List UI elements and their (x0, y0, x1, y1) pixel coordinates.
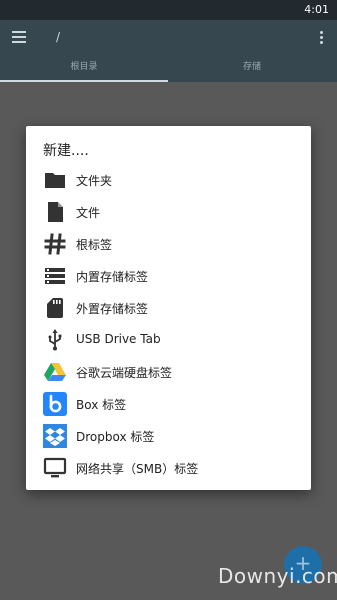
box-tab-label: Box 标签 (76, 398, 127, 412)
tab-storage-label: 存储 (242, 62, 261, 72)
new-folder-label: 文件夹 (76, 174, 113, 188)
watermark: Downyi.com (218, 564, 337, 588)
usb-drive-tab-item[interactable]: USB Drive Tab (26, 324, 311, 356)
dialog-title: 新建.... (43, 143, 89, 159)
more-options-icon[interactable] (320, 31, 324, 46)
smb-tab-item[interactable]: 网络共享（SMB）标签 (26, 452, 311, 484)
folder-icon (45, 173, 65, 188)
external-storage-tab-item[interactable]: 外置存储标签 (26, 292, 311, 324)
tab-storage[interactable]: 存储 (168, 56, 336, 82)
usb-drive-tab-label: USB Drive Tab (76, 332, 161, 346)
tab-bar: 根目录 存储 (0, 56, 337, 82)
external-storage-tab-label: 外置存储标签 (76, 302, 149, 316)
app-bar: / (0, 20, 337, 56)
box-tab-item[interactable]: Box 标签 (26, 388, 311, 420)
google-drive-tab-label: 谷歌云端硬盘标签 (76, 366, 173, 380)
sd-card-icon (47, 298, 63, 318)
dropbox-icon (43, 424, 67, 448)
dropbox-tab-label: Dropbox 标签 (76, 430, 155, 444)
tab-root-label: 根目录 (70, 62, 98, 72)
storage-icon (45, 268, 65, 284)
monitor-icon (43, 457, 67, 478)
smb-tab-label: 网络共享（SMB）标签 (76, 462, 199, 476)
current-path: / (56, 30, 61, 44)
root-tab-item[interactable]: 根标签 (26, 228, 311, 260)
hash-icon (44, 233, 66, 255)
file-icon (48, 202, 63, 222)
new-file-label: 文件 (76, 206, 101, 220)
new-file-item[interactable]: 文件 (26, 196, 311, 228)
dropbox-tab-item[interactable]: Dropbox 标签 (26, 420, 311, 452)
google-drive-icon (44, 363, 66, 381)
box-icon (43, 392, 67, 416)
menu-icon[interactable] (12, 31, 26, 43)
new-item-dialog: 新建.... 文件夹 文件 根标签 内置存储标签 外置存储标签 USB Driv… (26, 126, 311, 490)
internal-storage-tab-item[interactable]: 内置存储标签 (26, 260, 311, 292)
internal-storage-tab-label: 内置存储标签 (76, 270, 149, 284)
status-bar: 4:01 (0, 0, 337, 20)
tab-root[interactable]: 根目录 (0, 56, 168, 82)
google-drive-tab-item[interactable]: 谷歌云端硬盘标签 (26, 356, 311, 388)
new-folder-item[interactable]: 文件夹 (26, 164, 311, 196)
usb-icon (48, 329, 62, 351)
status-time: 4:01 (304, 3, 329, 16)
root-tab-label: 根标签 (76, 238, 113, 252)
